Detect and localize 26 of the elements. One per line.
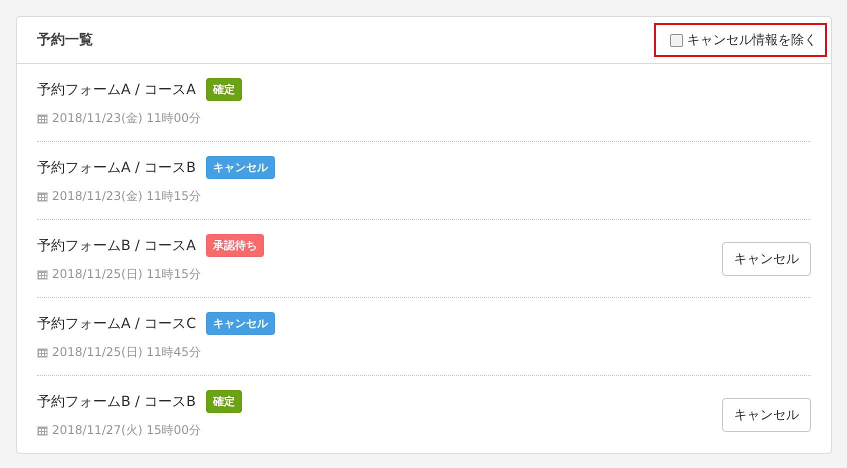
cancel-button[interactable]: キャンセル <box>722 242 811 276</box>
reservation-date: 2018/11/25(日) 11時45分 <box>52 344 201 361</box>
calendar-icon <box>37 191 48 202</box>
exclude-cancelled-checkbox[interactable]: キャンセル情報を除く <box>670 31 817 49</box>
reservation-name: 予約フォームA / コースB <box>37 158 196 176</box>
reservation-name: 予約フォームA / コースC <box>37 314 196 332</box>
reservation-name: 予約フォームA / コースA <box>37 80 196 98</box>
status-tag: 確定 <box>206 390 242 413</box>
checkbox-label: キャンセル情報を除く <box>687 32 817 49</box>
reservation-name: 予約フォームB / コースB <box>37 392 196 410</box>
status-tag: キャンセル <box>206 156 275 179</box>
status-tag: 確定 <box>206 78 242 101</box>
calendar-icon <box>37 269 48 280</box>
calendar-icon <box>37 425 48 436</box>
checkbox[interactable] <box>670 34 683 46</box>
cancel-button[interactable]: キャンセル <box>722 398 811 432</box>
status-tag: キャンセル <box>206 312 275 335</box>
reservation-date: 2018/11/23(金) 11時15分 <box>52 188 201 205</box>
panel-title: 予約一覧 <box>37 31 93 49</box>
reservation-date: 2018/11/27(火) 15時00分 <box>52 422 201 439</box>
reservation-date: 2018/11/23(金) 11時00分 <box>52 110 201 127</box>
status-tag: 承認待ち <box>206 234 264 257</box>
reservation-date: 2018/11/25(日) 11時15分 <box>52 266 201 283</box>
calendar-icon <box>37 347 48 358</box>
calendar-icon <box>37 113 48 124</box>
reservation-name: 予約フォームB / コースA <box>37 236 196 254</box>
